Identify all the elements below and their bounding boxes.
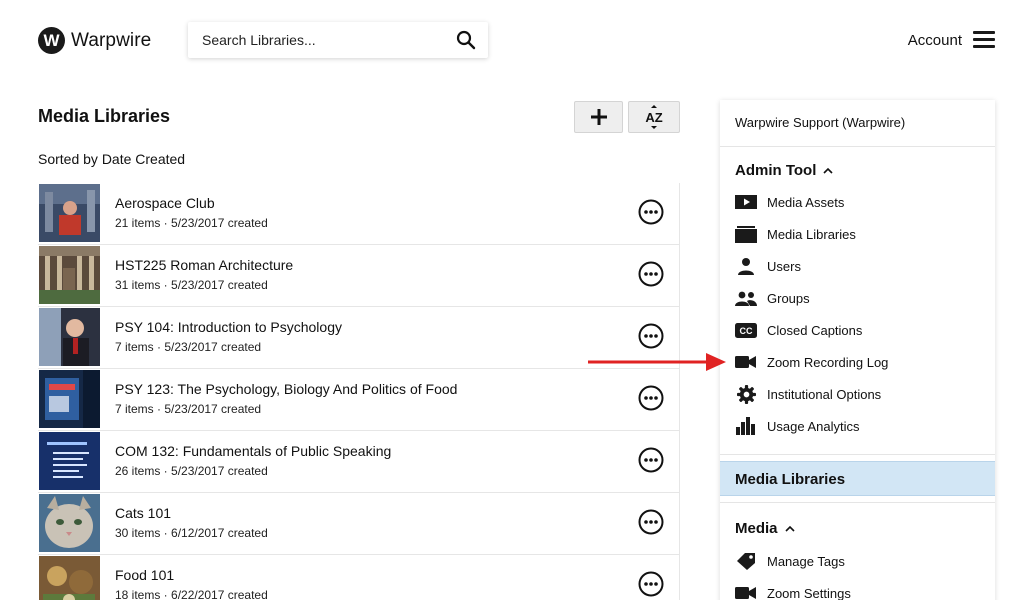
- media-section-title: Media: [735, 520, 778, 537]
- search-input[interactable]: [188, 32, 448, 48]
- tag-icon: [737, 553, 755, 570]
- media-assets-icon: [735, 195, 757, 209]
- library-meta: 18 items · 6/22/2017 created: [115, 588, 268, 600]
- bar-chart-icon: [736, 417, 755, 435]
- library-thumbnail: [39, 432, 100, 490]
- menu-item-users[interactable]: Users: [735, 255, 801, 277]
- menu-item-zoom-settings[interactable]: Zoom Settings: [735, 582, 851, 600]
- active-section-label: Media Libraries: [735, 471, 846, 488]
- search-box: [188, 22, 488, 58]
- add-library-button[interactable]: [574, 101, 623, 133]
- menu-item-zoom-recording-log[interactable]: Zoom Recording Log: [735, 351, 888, 373]
- admin-tool-toggle[interactable]: Admin Tool: [735, 162, 833, 179]
- library-meta: 7 items · 5/23/2017 created: [115, 340, 262, 354]
- library-list: Aerospace Club 21 items · 5/23/2017 crea…: [38, 183, 680, 600]
- chevron-up-icon: [784, 525, 795, 532]
- library-title[interactable]: Food 101: [115, 567, 174, 583]
- library-title[interactable]: Aerospace Club: [115, 195, 215, 211]
- admin-tool-title: Admin Tool: [735, 162, 817, 179]
- menu-item-media-libraries[interactable]: Media Libraries: [735, 223, 856, 245]
- current-user: Warpwire Support (Warpwire): [735, 115, 906, 130]
- account-link[interactable]: Account: [908, 32, 962, 49]
- menu-item-manage-tags[interactable]: Manage Tags: [735, 550, 845, 572]
- cc-text: CC: [740, 326, 753, 336]
- groups-icon: [735, 291, 757, 306]
- menu-item-label: Zoom Recording Log: [767, 354, 889, 370]
- divider: [720, 454, 995, 455]
- library-meta: 30 items · 6/12/2017 created: [115, 526, 268, 540]
- more-options-icon[interactable]: [638, 323, 664, 349]
- video-camera-icon: [735, 356, 756, 368]
- menu-item-label: Institutional Options: [767, 386, 882, 402]
- more-options-icon[interactable]: [638, 571, 664, 597]
- menu-item-label: Zoom Settings: [767, 585, 851, 600]
- menu-item-label: Users: [767, 258, 801, 274]
- library-thumbnail: [39, 246, 100, 304]
- library-thumbnail: [39, 308, 100, 366]
- library-thumbnail: [39, 494, 100, 552]
- menu-item-label: Closed Captions: [767, 322, 863, 338]
- divider: [720, 502, 995, 503]
- library-thumbnail: [39, 184, 100, 242]
- library-title[interactable]: COM 132: Fundamentals of Public Speaking: [115, 443, 391, 459]
- menu-item-closed-captions[interactable]: CC Closed Captions: [735, 319, 862, 341]
- library-title[interactable]: Cats 101: [115, 505, 171, 521]
- active-section-media-libraries[interactable]: Media Libraries: [720, 461, 995, 496]
- plus-icon: [590, 109, 607, 125]
- media-section-toggle[interactable]: Media: [735, 520, 795, 537]
- library-title[interactable]: HST225 Roman Architecture: [115, 257, 293, 273]
- library-row[interactable]: PSY 123: The Psychology, Biology And Pol…: [38, 369, 679, 431]
- logo-mark: W: [38, 27, 65, 54]
- more-options-icon[interactable]: [638, 385, 664, 411]
- more-options-icon[interactable]: [638, 199, 664, 225]
- menu-item-label: Groups: [767, 290, 810, 306]
- video-camera-icon: [735, 587, 756, 599]
- library-row[interactable]: COM 132: Fundamentals of Public Speaking…: [38, 431, 679, 493]
- library-meta: 21 items · 5/23/2017 created: [115, 216, 268, 230]
- library-title[interactable]: PSY 123: The Psychology, Biology And Pol…: [115, 381, 457, 397]
- user-icon: [738, 258, 754, 275]
- library-meta: 31 items · 5/23/2017 created: [115, 278, 268, 292]
- library-row[interactable]: Cats 101 30 items · 6/12/2017 created: [38, 493, 679, 555]
- page-title: Media Libraries: [38, 106, 171, 126]
- menu-item-label: Media Libraries: [767, 226, 856, 242]
- navigation-panel: Warpwire Support (Warpwire) Admin Tool M…: [720, 100, 995, 600]
- library-title[interactable]: PSY 104: Introduction to Psychology: [115, 319, 342, 335]
- more-options-icon[interactable]: [638, 447, 664, 473]
- chevron-up-icon: [823, 167, 833, 174]
- menu-item-label: Media Assets: [767, 194, 845, 210]
- closed-captions-icon: CC: [735, 322, 757, 338]
- library-meta: 26 items · 5/23/2017 created: [115, 464, 268, 478]
- menu-item-label: Manage Tags: [767, 553, 845, 569]
- media-libraries-icon: [735, 225, 757, 243]
- more-options-icon[interactable]: [638, 261, 664, 287]
- library-row[interactable]: Aerospace Club 21 items · 5/23/2017 crea…: [38, 183, 679, 245]
- library-row[interactable]: PSY 104: Introduction to Psychology 7 it…: [38, 307, 679, 369]
- more-options-icon[interactable]: [638, 509, 664, 535]
- library-meta: 7 items · 5/23/2017 created: [115, 402, 262, 416]
- menu-item-groups[interactable]: Groups: [735, 287, 810, 309]
- annotation-arrow-icon: [588, 353, 726, 371]
- library-thumbnail: [39, 556, 100, 600]
- gear-icon: [736, 384, 756, 404]
- warpwire-logo[interactable]: W Warpwire: [38, 27, 151, 54]
- svg-text:AZ: AZ: [645, 110, 662, 125]
- brand-name: Warpwire: [71, 29, 152, 51]
- search-icon[interactable]: [456, 30, 476, 50]
- sort-az-icon: AZ: [645, 105, 663, 129]
- divider: [720, 146, 995, 147]
- menu-item-usage-analytics[interactable]: Usage Analytics: [735, 415, 860, 437]
- library-thumbnail: [39, 370, 100, 428]
- menu-item-media-assets[interactable]: Media Assets: [735, 191, 844, 213]
- library-row[interactable]: Food 101 18 items · 6/22/2017 created: [38, 555, 679, 600]
- sort-az-button[interactable]: AZ: [628, 101, 680, 133]
- sort-status: Sorted by Date Created: [38, 151, 186, 167]
- menu-item-institutional-options[interactable]: Institutional Options: [735, 383, 881, 405]
- menu-item-label: Usage Analytics: [767, 418, 860, 434]
- library-row[interactable]: HST225 Roman Architecture 31 items · 5/2…: [38, 245, 679, 307]
- hamburger-menu-icon[interactable]: [973, 31, 995, 49]
